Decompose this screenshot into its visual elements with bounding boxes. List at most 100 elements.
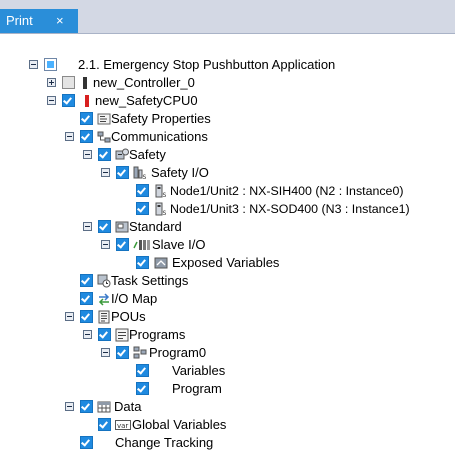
safety-cpu-checkbox[interactable] <box>62 94 75 107</box>
tab-print[interactable]: Print × <box>0 9 78 33</box>
tree-item-change-tracking[interactable]: Change Tracking <box>0 434 455 452</box>
tree-item-label: Safety Properties <box>111 111 211 126</box>
tree-item-global-variables[interactable]: var Global Variables <box>0 416 455 434</box>
exposed-variables-icon <box>154 257 168 269</box>
tree-item-controller[interactable]: new_Controller_0 <box>0 74 455 92</box>
tree-item-root[interactable]: 2.1. Emergency Stop Pushbutton Applicati… <box>0 56 455 74</box>
tree-item-label: I/O Map <box>111 291 158 306</box>
tree-item-label: Global Variables <box>132 417 227 432</box>
collapse-toggle-icon[interactable] <box>101 348 110 357</box>
collapse-toggle-icon[interactable] <box>83 150 92 159</box>
tree-item-label: Node1/Unit2 : NX-SIH400 (N2 : Instance0) <box>170 184 404 198</box>
communications-icon <box>97 131 111 143</box>
io-map-checkbox[interactable] <box>80 292 93 305</box>
standard-network-icon <box>115 221 129 233</box>
tree-item-label: Safety <box>129 147 166 162</box>
collapse-toggle-icon[interactable] <box>29 60 38 69</box>
node1-unit2-checkbox[interactable] <box>136 184 149 197</box>
tree-item-variables[interactable]: Variables <box>0 362 455 380</box>
collapse-toggle-icon[interactable] <box>65 312 74 321</box>
tree-item-node1-unit3[interactable]: S Node1/Unit3 : NX-SOD400 (N3 : Instance… <box>0 200 455 218</box>
tree-item-label: Safety I/O <box>151 165 209 180</box>
properties-icon <box>97 113 111 125</box>
task-settings-icon <box>97 274 111 288</box>
exposed-variables-checkbox[interactable] <box>136 256 149 269</box>
programs-checkbox[interactable] <box>98 328 111 341</box>
change-tracking-checkbox[interactable] <box>80 436 93 449</box>
tree-item-safety-io[interactable]: S Safety I/O <box>0 164 455 182</box>
communications-checkbox[interactable] <box>80 130 93 143</box>
tab-close-icon[interactable]: × <box>56 9 64 33</box>
root-checkbox[interactable] <box>44 58 57 71</box>
safety-cpu-icon <box>85 95 89 107</box>
programs-icon <box>115 328 129 342</box>
tree-item-program0[interactable]: Program0 <box>0 344 455 362</box>
program0-checkbox[interactable] <box>116 346 129 359</box>
tree-item-exposed-variables[interactable]: Exposed Variables <box>0 254 455 272</box>
tree-item-pous[interactable]: POUs <box>0 308 455 326</box>
tree-item-label: Program0 <box>149 345 207 360</box>
print-window: Print × 2.1. Emergency Stop Pushbutton A… <box>0 0 455 470</box>
tree-item-safety-properties[interactable]: Safety Properties <box>0 110 455 128</box>
data-table-icon <box>97 401 111 413</box>
slave-io-checkbox[interactable] <box>116 238 129 251</box>
node1-unit3-checkbox[interactable] <box>136 202 149 215</box>
program-icon <box>133 346 147 359</box>
expand-toggle-icon[interactable] <box>47 78 56 87</box>
variables-checkbox[interactable] <box>136 364 149 377</box>
safety-io-checkbox[interactable] <box>116 166 129 179</box>
svg-text:S: S <box>163 210 167 216</box>
tree-item-standard[interactable]: Standard <box>0 218 455 236</box>
tab-strip: Print × <box>0 0 455 34</box>
global-variables-icon: var <box>115 420 131 430</box>
collapse-toggle-icon[interactable] <box>83 222 92 231</box>
standard-checkbox[interactable] <box>98 220 111 233</box>
controller-icon <box>83 77 87 89</box>
slave-io-icon <box>133 240 150 250</box>
tab-label: Print <box>6 13 33 28</box>
tree-item-label: 2.1. Emergency Stop Pushbutton Applicati… <box>78 57 336 72</box>
safety-unit-icon: S <box>155 202 167 216</box>
print-tree: 2.1. Emergency Stop Pushbutton Applicati… <box>0 34 455 470</box>
tree-item-communications[interactable]: Communications <box>0 128 455 146</box>
tree-item-label: Variables <box>172 363 226 378</box>
tree-item-safety-cpu[interactable]: new_SafetyCPU0 <box>0 92 455 110</box>
collapse-toggle-icon[interactable] <box>101 240 110 249</box>
safety-checkbox[interactable] <box>98 148 111 161</box>
global-variables-checkbox[interactable] <box>98 418 111 431</box>
tree-item-slave-io[interactable]: Slave I/O <box>0 236 455 254</box>
data-checkbox[interactable] <box>80 400 93 413</box>
tree-item-label: POUs <box>111 309 146 324</box>
tree-item-label: Data <box>114 399 142 414</box>
tree-item-label: Communications <box>111 129 208 144</box>
tree-item-task-settings[interactable]: Task Settings <box>0 272 455 290</box>
tree-item-label: Task Settings <box>111 273 189 288</box>
collapse-toggle-icon[interactable] <box>65 132 74 141</box>
pous-checkbox[interactable] <box>80 310 93 323</box>
tree-item-label: Program <box>172 381 222 396</box>
tree-item-program[interactable]: Program <box>0 380 455 398</box>
program-checkbox[interactable] <box>136 382 149 395</box>
safety-properties-checkbox[interactable] <box>80 112 93 125</box>
tree-item-label: Change Tracking <box>115 435 214 450</box>
svg-text:var: var <box>117 422 128 430</box>
collapse-toggle-icon[interactable] <box>83 330 92 339</box>
task-settings-checkbox[interactable] <box>80 274 93 287</box>
safety-unit-icon: S <box>155 184 167 198</box>
tree-item-io-map[interactable]: I/O Map <box>0 290 455 308</box>
tree-item-data[interactable]: Data <box>0 398 455 416</box>
tree-item-safety[interactable]: Safety <box>0 146 455 164</box>
tree-item-label: Programs <box>129 327 186 342</box>
tree-item-label: Standard <box>129 219 182 234</box>
tree-item-node1-unit2[interactable]: S Node1/Unit2 : NX-SIH400 (N2 : Instance… <box>0 182 455 200</box>
tree-item-label: new_SafetyCPU0 <box>95 93 198 108</box>
io-map-icon <box>98 293 110 306</box>
controller-checkbox[interactable] <box>62 76 75 89</box>
tree-item-programs[interactable]: Programs <box>0 326 455 344</box>
svg-text:S: S <box>143 174 147 180</box>
collapse-toggle-icon[interactable] <box>47 96 56 105</box>
collapse-toggle-icon[interactable] <box>101 168 110 177</box>
tree-item-label: Slave I/O <box>152 237 206 252</box>
tree-item-label: Exposed Variables <box>172 255 280 270</box>
collapse-toggle-icon[interactable] <box>65 402 74 411</box>
